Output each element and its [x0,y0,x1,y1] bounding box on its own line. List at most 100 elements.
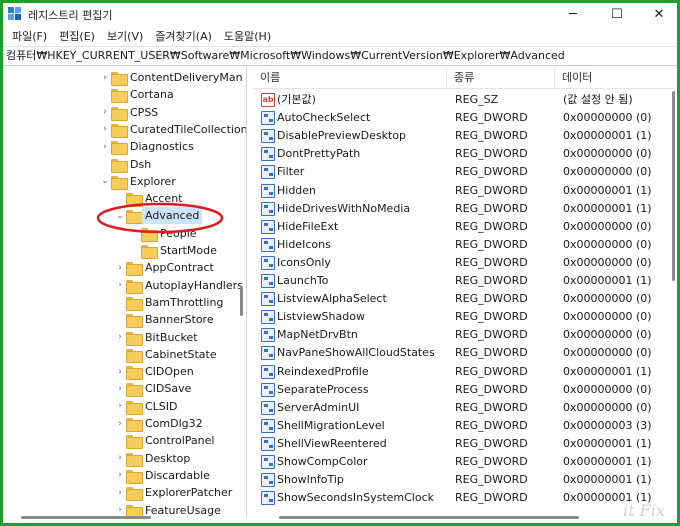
chevron-right-icon[interactable]: › [115,363,125,380]
chevron-right-icon[interactable]: › [115,259,125,276]
chevron-right-icon[interactable]: › [100,69,110,86]
value-row[interactable]: ListviewShadow REG_DWORD 0x00000000 (0) [253,308,673,326]
values-horizontal-scrollbar[interactable] [279,516,579,519]
tree-item[interactable]: Cortana [3,86,239,104]
close-button[interactable]: ✕ [639,3,677,26]
tree-item[interactable]: BamThrottling [3,294,239,311]
menu-favorites[interactable]: 즐겨찾기(A) [149,28,218,44]
tree-item[interactable]: CabinetState [3,346,239,363]
tree-item[interactable]: Dsh [3,156,239,173]
tree-item[interactable]: › ContentDeliveryMan [3,69,243,86]
tree-item[interactable]: › CIDOpen [3,363,239,381]
chevron-right-icon[interactable]: › [100,121,110,138]
tree-item[interactable]: › CPSS [3,104,239,121]
title-bar[interactable]: 레지스트리 편집기 ─ ☐ ✕ [3,3,677,26]
chevron-right-icon[interactable]: › [115,380,125,397]
menu-help[interactable]: 도움말(H) [218,28,277,44]
chevron-right-icon[interactable] [115,311,125,328]
value-row[interactable]: LaunchTo REG_DWORD 0x00000001 (1) [253,272,673,290]
value-row[interactable]: ShellViewReentered REG_DWORD 0x00000001 (1… [253,435,673,453]
value-row[interactable]: ServerAdminUI REG_DWORD 0x00000000 (0) [253,399,673,417]
tree-item[interactable]: › BitBucket [3,329,239,346]
chevron-right-icon[interactable]: › [115,415,125,432]
value-row[interactable]: ListviewAlphaSelect REG_DWORD 0x00000000 (… [253,290,673,308]
value-row[interactable]: ShowCompColor REG_DWORD 0x00000001 (1) [253,453,673,471]
chevron-right-icon[interactable]: › [115,277,125,294]
tree-item-label[interactable]: Discardable [142,467,213,484]
tree-item-label[interactable]: AppContract [142,259,217,276]
value-row[interactable]: NavPaneShowAllCloudStates REG_DWORD 0x0000… [253,344,673,362]
tree-item-label[interactable]: Explorer [127,173,179,190]
tree-item-label[interactable]: ContentDeliveryMan [127,69,246,86]
tree-item[interactable]: BannerStore [3,311,239,329]
chevron-right-icon[interactable]: › [115,450,125,467]
values-vertical-scrollbar[interactable] [672,91,675,281]
value-row[interactable]: AutoCheckSelect REG_DWORD 0x00000000 (0) [253,109,673,127]
tree-item[interactable]: › ExplorerPatcher [3,484,239,502]
chevron-right-icon[interactable] [100,86,110,103]
tree-item[interactable]: › Discardable [3,467,239,484]
tree-item-label[interactable]: CIDSave [142,380,194,397]
tree-item[interactable]: › CuratedTileCollection [3,121,246,138]
tree-item-label[interactable]: CPSS [127,104,161,121]
value-row[interactable]: ShowSecondsInSystemClock REG_DWORD 0x00000… [253,489,673,507]
chevron-right-icon[interactable]: › [115,484,125,501]
tree-item-label[interactable]: StartMode [157,242,220,259]
tree-item-label[interactable]: BamThrottling [142,294,226,311]
column-header-type[interactable]: 종류 [447,67,555,89]
chevron-right-icon[interactable]: › [100,104,110,121]
tree-item[interactable]: › CIDSave [3,380,239,398]
value-row[interactable]: Filter REG_DWORD 0x00000000 (0) [253,163,673,181]
tree-vertical-scrollbar[interactable] [240,286,243,316]
tree-item-label[interactable]: Cortana [127,86,177,103]
column-header-data[interactable]: 데이터 [555,67,673,89]
column-header-name[interactable]: 이름 [253,67,447,89]
chevron-right-icon[interactable] [115,432,125,449]
tree-item[interactable]: StartMode [3,242,239,259]
chevron-right-icon[interactable]: › [115,467,125,484]
value-row[interactable]: HideFileExt REG_DWORD 0x00000000 (0) [253,218,673,236]
value-row[interactable]: DontPrettyPath REG_DWORD 0x00000000 (0) [253,145,673,163]
value-row[interactable]: ab (기본값) REG_SZ (값 설정 안 됨) [253,91,673,109]
value-row[interactable]: HideDrivesWithNoMedia REG_DWORD 0x00000001… [253,200,673,218]
maximize-button[interactable]: ☐ [597,3,637,26]
value-row[interactable]: IconsOnly REG_DWORD 0x00000000 (0) [253,254,673,272]
tree-item[interactable]: ControlPanel [3,432,239,450]
tree-item-label[interactable]: Diagnostics [127,138,197,155]
tree-item[interactable]: › ComDlg32 [3,415,239,432]
tree-item-label[interactable]: ControlPanel [142,432,217,449]
tree-item[interactable]: › FeatureUsage [3,502,239,518]
value-row[interactable]: ShowInfoTip REG_DWORD 0x00000001 (1) [253,471,673,489]
tree-item-label[interactable]: Dsh [127,156,154,173]
value-row[interactable]: HideIcons REG_DWORD 0x00000000 (0) [253,236,673,254]
tree-item[interactable]: › CLSID [3,398,239,415]
minimize-button[interactable]: ─ [553,3,593,26]
tree-item-label[interactable]: ComDlg32 [142,415,206,432]
tree-item-label[interactable]: Desktop [142,450,193,467]
key-tree-pane[interactable]: › ContentDeliveryMan Cortana › CPSS › CuratedT… [3,67,247,517]
tree-item-label[interactable]: CuratedTileCollection [127,121,246,138]
chevron-right-icon[interactable] [130,242,140,259]
tree-item[interactable]: › AppContract [3,259,239,277]
chevron-right-icon[interactable]: › [115,398,125,415]
value-row[interactable]: ShellMigrationLevel REG_DWORD 0x00000003 (… [253,417,673,435]
tree-item[interactable]: › Diagnostics [3,138,239,156]
value-row[interactable]: Hidden REG_DWORD 0x00000001 (1) [253,182,673,200]
tree-item-label[interactable]: CabinetState [142,346,220,363]
tree-item-label[interactable]: CIDOpen [142,363,197,380]
menu-file[interactable]: 파일(F) [6,28,53,44]
chevron-down-icon[interactable]: ⌄ [100,173,110,190]
tree-item-label[interactable]: CLSID [142,398,181,415]
menu-edit[interactable]: 편집(E) [53,28,101,44]
value-row[interactable]: SeparateProcess REG_DWORD 0x00000000 (0) [253,381,673,399]
tree-item-label[interactable]: FeatureUsage [142,502,224,518]
tree-item[interactable]: › AutoplayHandlers [3,277,243,294]
chevron-right-icon[interactable]: › [115,502,125,518]
tree-item[interactable]: ⌄ Explorer [3,173,239,190]
value-row[interactable]: ReindexedProfile REG_DWORD 0x00000001 (1) [253,363,673,381]
chevron-right-icon[interactable] [115,346,125,363]
chevron-right-icon[interactable]: › [115,329,125,346]
value-row[interactable]: MapNetDrvBtn REG_DWORD 0x00000000 (0) [253,326,673,344]
value-row[interactable]: DisablePreviewDesktop REG_DWORD 0x00000001… [253,127,673,145]
chevron-right-icon[interactable]: › [100,138,110,155]
